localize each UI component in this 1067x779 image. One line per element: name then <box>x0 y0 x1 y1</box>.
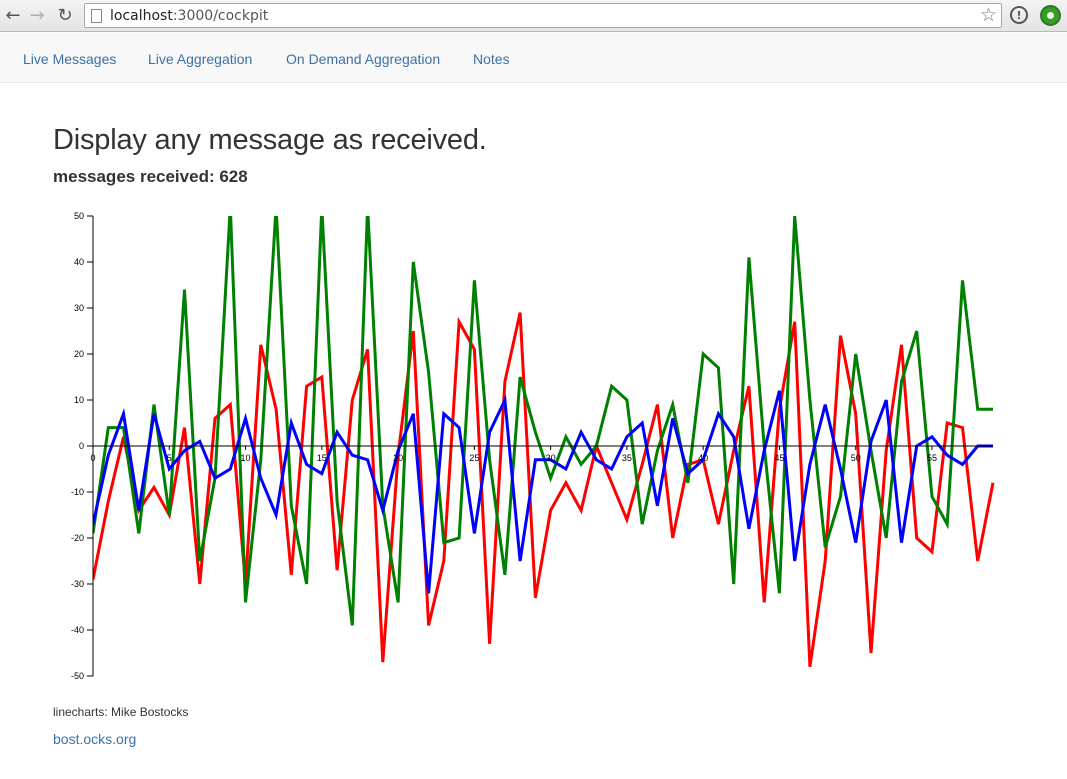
x-tick-label: 45 <box>774 453 784 463</box>
line-chart: -50 -40 -30 -20 -10 0 10 20 30 40 50 0 5 10 15 20 25 30 35… <box>71 211 995 681</box>
y-tick-label: 0 <box>79 441 84 451</box>
series-layer <box>93 216 995 668</box>
forward-arrow-icon[interactable]: → <box>26 4 48 26</box>
x-tick-label: 15 <box>317 453 327 463</box>
y-tick-label: -40 <box>71 625 84 635</box>
nav-live-messages[interactable]: Live Messages <box>23 51 116 67</box>
info-extension-icon[interactable]: ! <box>1010 6 1028 24</box>
y-tick-label: 50 <box>74 211 84 221</box>
x-tick-label: 40 <box>698 453 708 463</box>
url-path: :3000/cockpit <box>172 8 269 24</box>
messages-count: messages received: 628 <box>53 167 248 187</box>
app-navbar: Live Messages Live Aggregation On Demand… <box>0 33 1067 83</box>
count-value: 628 <box>219 167 248 186</box>
credit-link[interactable]: bost.ocks.org <box>53 731 136 747</box>
y-tick-label: 30 <box>74 303 84 313</box>
y-tick-label: 20 <box>74 349 84 359</box>
url-text[interactable]: localhost:3000/cockpit <box>110 8 268 24</box>
y-tick-label: -20 <box>71 533 84 543</box>
x-tick-label: 55 <box>927 453 937 463</box>
x-tick-label: 10 <box>241 453 251 463</box>
url-host: localhost <box>110 8 173 24</box>
axes-layer: -50 -40 -30 -20 -10 0 10 20 30 40 50 0 5 10 15 20 25 30 35… <box>71 211 993 681</box>
x-tick-label: 0 <box>90 453 95 463</box>
back-arrow-icon[interactable]: ← <box>2 4 24 26</box>
bookmark-star-icon[interactable]: ☆ <box>980 4 997 26</box>
y-tick-label: -10 <box>71 487 84 497</box>
count-label: messages received: <box>53 167 215 186</box>
browser-toolbar: ← → ↻ localhost:3000/cockpit ☆ ! <box>0 0 1067 32</box>
x-tick-label: 20 <box>393 453 403 463</box>
nav-live-aggregation[interactable]: Live Aggregation <box>148 51 252 67</box>
nav-on-demand-aggregation[interactable]: On Demand Aggregation <box>286 51 440 67</box>
x-tick-label: 5 <box>167 453 172 463</box>
address-bar[interactable]: localhost:3000/cockpit ☆ <box>84 3 1002 28</box>
x-tick-label: 25 <box>469 453 479 463</box>
y-tick-label: 40 <box>74 257 84 267</box>
nav-notes[interactable]: Notes <box>473 51 510 67</box>
x-tick-label: 30 <box>546 453 556 463</box>
reload-icon[interactable]: ↻ <box>54 4 76 26</box>
page-icon <box>91 9 102 23</box>
x-tick-label: 35 <box>622 453 632 463</box>
chart-credit: linecharts: Mike Bostocks <box>53 705 189 719</box>
y-tick-label: -50 <box>71 671 84 681</box>
y-tick-label: -30 <box>71 579 84 589</box>
y-tick-label: 10 <box>74 395 84 405</box>
x-tick-label: 50 <box>851 453 861 463</box>
green-extension-icon[interactable] <box>1040 5 1061 26</box>
page-title: Display any message as received. <box>53 124 487 156</box>
